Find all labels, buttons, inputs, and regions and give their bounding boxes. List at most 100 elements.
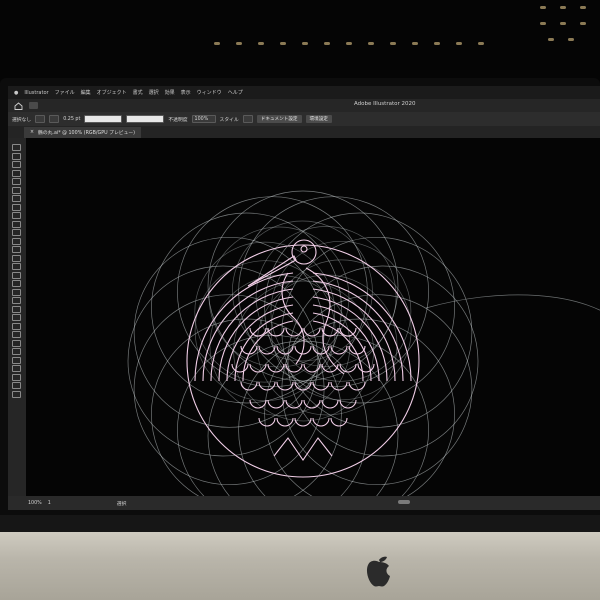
tool-icon[interactable] [12,246,21,253]
tool-icon[interactable] [12,382,21,389]
tool-icon[interactable] [12,220,21,228]
crane-wings [194,272,412,382]
menu-item-edit[interactable]: 編集 [81,89,91,96]
feather-scale [312,417,330,427]
construction-circles [127,190,600,496]
tool-icon[interactable] [12,348,21,355]
tool-icon[interactable] [12,339,21,347]
stroke-weight-value[interactable]: 0.25 pt [63,117,80,122]
fill-swatch[interactable] [35,115,46,123]
menu-item-type[interactable]: 書式 [133,89,143,96]
menu-item-object[interactable]: オブジェクト [97,89,127,96]
tool-icon[interactable] [12,322,21,330]
workspace-button[interactable] [29,102,38,109]
tool-icon[interactable] [12,356,21,364]
artboard-canvas[interactable] [26,138,600,496]
ceiling-light [456,42,462,45]
menu-item-effect[interactable]: 効果 [165,89,175,96]
preferences-button[interactable]: 環境設定 [305,115,332,123]
style-label: スタイル [219,117,239,123]
opacity-field[interactable]: 100% [191,115,216,123]
menu-item-file[interactable]: ファイル [55,89,75,96]
document-tab[interactable]: × 鶴の丸.ai* @ 100% (RGB/GPU プレビュー) [24,127,142,138]
ceiling-light [302,42,308,45]
ceiling-light [324,42,330,45]
document-tab-label: 鶴の丸.ai* @ 100% (RGB/GPU プレビュー) [38,131,136,136]
feather-scale [267,399,285,409]
tool-icon[interactable] [12,390,21,398]
ceiling-light [236,42,242,45]
tool-icon[interactable] [12,186,21,194]
ceiling-light [540,22,546,25]
status-mode: 選択 [116,501,127,507]
artboard-number[interactable]: 1 [48,501,51,506]
tool-icon[interactable] [12,229,21,236]
brush-definition[interactable] [126,115,165,123]
home-icon[interactable] [14,101,23,110]
tool-icon[interactable] [12,169,21,177]
menu-item-window[interactable]: ウィンドウ [197,89,222,96]
tool-icon[interactable] [12,212,21,219]
tool-icon[interactable] [12,203,21,211]
tool-icon[interactable] [12,237,21,245]
selection-status: 選択なし [12,117,32,123]
feather-scale [294,417,312,427]
tool-icon[interactable] [12,271,21,279]
ceiling-light [346,42,352,45]
crane-crest-artwork [127,190,600,496]
ceiling-light [368,42,374,45]
tool-icon[interactable] [12,314,21,321]
ceiling-light [280,42,286,45]
construction-arc [425,294,600,311]
monitor-chin [0,532,600,600]
control-bar: 選択なし 0.25 pt 不透明度 100% スタイル ドキュメント設定 環境設… [8,112,600,126]
menu-item-view[interactable]: 表示 [181,89,191,96]
tool-icon[interactable] [12,365,21,372]
ceiling-light [258,42,264,45]
ceiling-light [540,6,546,9]
tool-icon[interactable] [12,297,21,304]
stroke-swatch[interactable] [49,115,60,123]
tool-icon[interactable] [12,373,21,381]
ceiling-light [580,6,586,9]
opacity-value: 100% [194,116,209,122]
menu-item-app[interactable]: Illustrator [24,90,48,96]
tool-icon[interactable] [12,144,21,151]
status-bar: 100% 1 選択 [8,496,600,510]
horizontal-scrollbar[interactable] [398,500,410,504]
menu-item-select[interactable]: 選択 [149,89,159,96]
ceiling-light [390,42,396,45]
tool-icon[interactable] [12,178,21,185]
ceiling-light [560,6,566,9]
menu-bar: ● Illustrator ファイル 編集 オブジェクト 書式 選択 効果 表示… [8,86,600,99]
app-title-bar [8,99,600,112]
ceiling-light [560,22,566,25]
crane-neck-inner [281,272,305,365]
zoom-level[interactable]: 100% [28,501,42,506]
tool-icon[interactable] [12,263,21,270]
menu-item-help[interactable]: ヘルプ [228,89,243,96]
tools-panel [8,138,26,496]
feather-scale [240,381,258,391]
close-icon[interactable]: × [30,130,34,135]
tool-icon[interactable] [12,254,21,262]
tool-icon[interactable] [12,305,21,313]
ceiling-light [548,38,554,41]
tool-icon[interactable] [12,280,21,287]
feather-scale [339,363,357,373]
tool-icon[interactable] [12,195,21,202]
feather-scale [321,399,339,409]
ceiling-light [214,42,220,45]
tool-icon[interactable] [12,152,21,160]
ceiling-light [580,22,586,25]
crane-eye [300,245,308,253]
graphic-style-swatch[interactable] [242,115,253,123]
document-setup-button[interactable]: ドキュメント設定 [256,115,302,123]
tool-icon[interactable] [12,288,21,296]
variable-width-profile[interactable] [84,115,123,123]
feather-scale [276,417,294,427]
apple-menu-icon[interactable]: ● [14,90,18,96]
apple-logo-icon [366,556,390,587]
tool-icon[interactable] [12,331,21,338]
tool-icon[interactable] [12,161,21,168]
